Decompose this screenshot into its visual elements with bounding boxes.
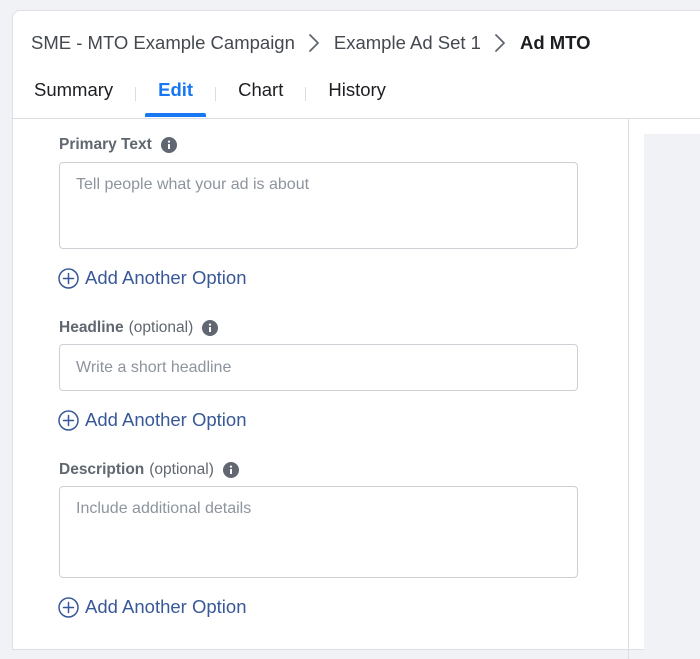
headline-label-text: Headline: [59, 319, 124, 336]
primary-text-add-option-button[interactable]: Add Another Option: [58, 267, 246, 289]
add-option-label: Add Another Option: [85, 596, 247, 617]
plus-circle-icon: [58, 267, 79, 289]
headline-add-option-button[interactable]: Add Another Option: [58, 409, 246, 431]
description-optional-hint: (optional): [149, 461, 214, 478]
info-icon[interactable]: [222, 462, 239, 478]
headline-label: Headline (optional): [59, 319, 219, 337]
tab-divider: [305, 87, 307, 101]
plus-circle-icon: [58, 596, 79, 618]
tab-history[interactable]: History: [328, 71, 386, 118]
tab-summary[interactable]: Summary: [34, 71, 113, 118]
chevron-right-icon: [489, 32, 511, 54]
primary-text-input[interactable]: [59, 162, 578, 249]
chevron-right-icon: [303, 32, 325, 54]
primary-text-label: Primary Text: [59, 136, 177, 154]
breadcrumb-campaign[interactable]: SME - MTO Example Campaign: [31, 32, 295, 54]
tab-divider: [135, 87, 137, 101]
description-add-option-button[interactable]: Add Another Option: [58, 596, 246, 618]
tab-chart[interactable]: Chart: [238, 71, 283, 118]
ad-editor-panel: SME - MTO Example Campaign Example Ad Se…: [12, 10, 700, 659]
info-icon[interactable]: [160, 137, 177, 153]
tab-bar: Summary Edit Chart History: [13, 71, 386, 118]
tab-edit[interactable]: Edit: [145, 71, 207, 118]
headline-input[interactable]: [59, 344, 578, 391]
preview-column: [644, 134, 700, 654]
description-input[interactable]: [59, 486, 578, 578]
breadcrumb: SME - MTO Example Campaign Example Ad Se…: [31, 32, 591, 54]
info-icon[interactable]: [202, 320, 219, 336]
edit-form: Primary Text Add Another Option Headline…: [13, 119, 629, 659]
primary-text-label-text: Primary Text: [59, 136, 152, 153]
plus-circle-icon: [58, 409, 79, 431]
add-option-label: Add Another Option: [85, 409, 247, 430]
description-label-text: Description: [59, 461, 145, 478]
tab-divider: [215, 87, 217, 101]
headline-optional-hint: (optional): [128, 319, 194, 336]
breadcrumb-ad: Ad MTO: [519, 32, 591, 53]
description-label: Description (optional): [59, 461, 239, 479]
add-option-label: Add Another Option: [85, 267, 247, 288]
breadcrumb-ad-set[interactable]: Example Ad Set 1: [334, 32, 481, 54]
